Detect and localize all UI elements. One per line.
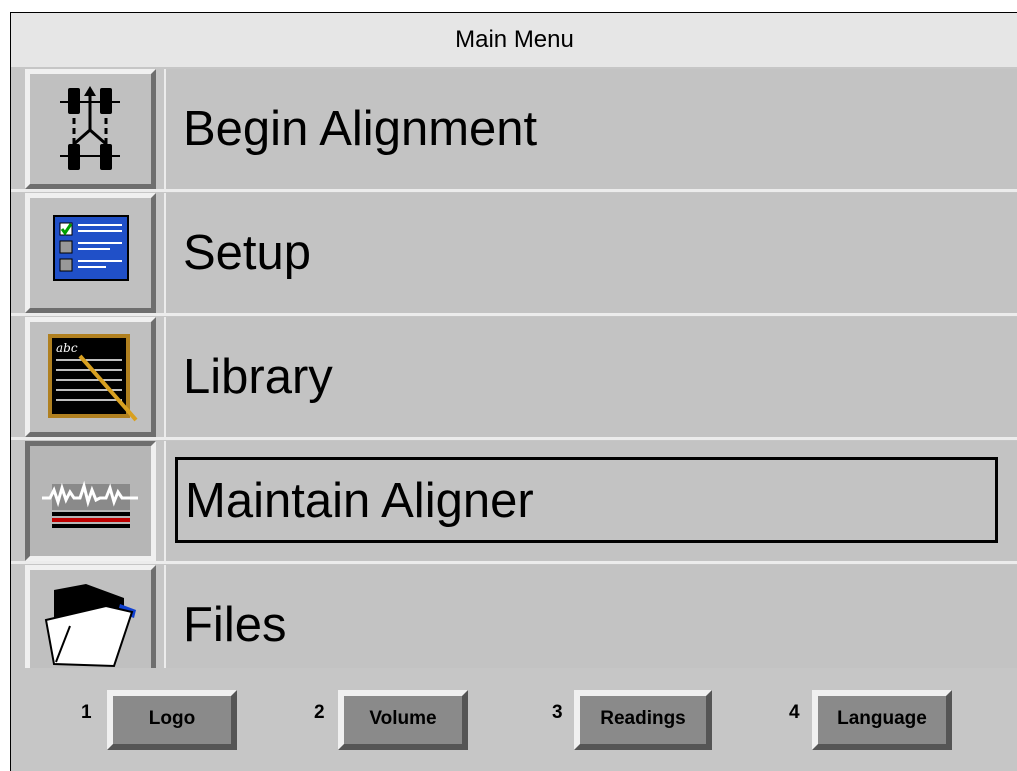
chalkboard-icon: abc	[48, 334, 138, 422]
svg-text:abc: abc	[56, 341, 78, 355]
readings-button[interactable]: Readings	[574, 690, 712, 750]
maintain-aligner-icon-button[interactable]	[25, 441, 156, 561]
menu-item-setup[interactable]: Setup	[164, 193, 1017, 313]
function-key-number: 2	[314, 702, 325, 723]
window-title: Main Menu	[11, 13, 1017, 67]
menu-item-label: Maintain Aligner	[185, 474, 534, 528]
separator	[11, 561, 1017, 564]
separator	[11, 437, 1017, 440]
separator	[11, 189, 1017, 192]
menu-item-label: Files	[183, 598, 287, 652]
function-key-number: 3	[552, 702, 563, 723]
setup-icon-button[interactable]	[25, 193, 156, 313]
library-icon-button[interactable]: abc	[25, 317, 156, 437]
menu-item-begin-alignment[interactable]: Begin Alignment	[164, 69, 1017, 189]
menu-item-label: Begin Alignment	[183, 102, 538, 156]
main-menu-screen: Main Menu Begin Alignment Setup abc Libr…	[10, 12, 1017, 771]
function-key-number: 1	[81, 702, 92, 723]
volume-button[interactable]: Volume	[338, 690, 468, 750]
folder-icon	[44, 584, 136, 668]
menu-item-maintain-aligner[interactable]: Maintain Aligner	[164, 441, 1017, 561]
menu-row-library: abc Library	[11, 317, 1017, 441]
files-icon-button[interactable]	[25, 565, 156, 685]
menu-item-label: Setup	[183, 226, 312, 280]
menu-row-setup: Setup	[11, 193, 1017, 317]
menu-item-library[interactable]: Library	[164, 317, 1017, 437]
function-key-number: 4	[789, 702, 800, 723]
menu-row-maintain-aligner: Maintain Aligner	[11, 441, 1017, 565]
separator	[11, 313, 1017, 316]
wheel-alignment-icon	[60, 86, 120, 170]
checklist-icon	[53, 215, 129, 281]
logo-button[interactable]: Logo	[107, 690, 237, 750]
language-button[interactable]: Language	[812, 690, 952, 750]
menu-row-begin-alignment: Begin Alignment	[11, 69, 1017, 193]
menu-item-files[interactable]: Files	[164, 565, 1017, 685]
menu-item-label: Library	[183, 350, 333, 404]
begin-alignment-icon-button[interactable]	[25, 69, 156, 189]
function-key-bar: 1 Logo 2 Volume 3 Readings 4 Language	[11, 668, 1017, 771]
waveform-icon	[42, 480, 138, 528]
